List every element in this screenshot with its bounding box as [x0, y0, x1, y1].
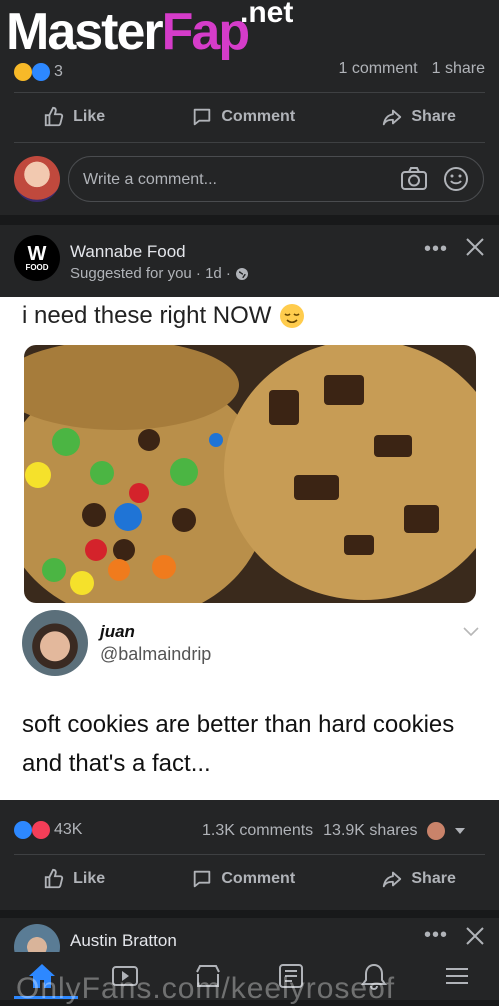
- watermark-footer: OnlyFans.com/keelyroseof: [16, 972, 396, 1005]
- comment-label: Comment: [221, 108, 296, 125]
- share-audience-avatar[interactable]: [427, 822, 446, 840]
- post-reaction-summary[interactable]: 43K: [14, 821, 82, 839]
- comment-icon: [194, 870, 211, 888]
- share-button[interactable]: Share: [381, 106, 456, 128]
- share-button[interactable]: Share: [381, 868, 456, 890]
- page-name[interactable]: Wannabe Food: [70, 242, 186, 262]
- shares-count[interactable]: 1 share: [432, 60, 485, 84]
- post-subtitle: Suggested for you · 1d ·: [70, 265, 231, 282]
- close-icon[interactable]: [465, 926, 485, 946]
- share-icon: [383, 109, 402, 126]
- post-caption-row: i need these right NOW: [22, 302, 305, 330]
- tweet-author-handle[interactable]: @balmaindrip: [100, 644, 211, 665]
- divider: [14, 142, 485, 143]
- caret-down-icon: [455, 828, 466, 834]
- reaction-summary[interactable]: 3: [14, 60, 63, 84]
- comment-icon: [194, 108, 211, 126]
- love-reaction-icon: [32, 821, 50, 839]
- watermark-logo-suffix: .net: [240, 0, 294, 29]
- next-post-author[interactable]: Austin Bratton: [70, 931, 177, 951]
- close-icon[interactable]: [465, 237, 485, 257]
- post-caption: i need these right NOW: [22, 302, 272, 329]
- camera-icon[interactable]: [400, 166, 428, 192]
- more-options-icon[interactable]: •••: [424, 238, 448, 261]
- comments-count[interactable]: 1 comment: [338, 60, 417, 84]
- comment-button[interactable]: Comment: [191, 868, 295, 890]
- like-label: Like: [73, 108, 106, 125]
- comment-button[interactable]: Comment: [191, 106, 295, 128]
- reaction-count: 3: [54, 63, 63, 80]
- thumbs-up-icon: [44, 106, 64, 127]
- emoji-icon[interactable]: [443, 166, 469, 192]
- watermark-logo: MasterFap: [6, 3, 250, 61]
- current-user-avatar[interactable]: [14, 156, 60, 202]
- tweet-text: soft cookies are better than hard cookie…: [22, 711, 455, 777]
- like-button[interactable]: Like: [43, 106, 105, 128]
- more-options-icon[interactable]: •••: [424, 924, 448, 947]
- wannabe-logo-icon: W: [27, 242, 47, 265]
- comment-input[interactable]: Write a comment...: [68, 156, 484, 202]
- thumbs-up-icon: [44, 868, 64, 889]
- share-label: Share: [411, 870, 456, 887]
- globe-icon: [235, 267, 248, 280]
- comments-count[interactable]: 1.3K comments: [202, 822, 313, 840]
- like-label: Like: [73, 870, 106, 887]
- post-actions: Like Comment Share: [0, 856, 499, 902]
- chevron-down-icon[interactable]: [463, 627, 479, 637]
- cookies-image[interactable]: [24, 345, 476, 603]
- menu-icon[interactable]: [442, 962, 472, 990]
- share-label: Share: [411, 108, 456, 125]
- like-button[interactable]: Like: [43, 868, 105, 890]
- tweet-author-name[interactable]: juan: [100, 622, 135, 642]
- comment-placeholder: Write a comment...: [83, 171, 217, 188]
- divider: [14, 854, 485, 855]
- divider: [14, 92, 485, 93]
- like-reaction-icon: [14, 821, 32, 839]
- tweet-author-avatar[interactable]: [22, 610, 88, 676]
- relieved-face-icon: [280, 304, 305, 328]
- page-avatar[interactable]: W FOOD: [14, 235, 60, 281]
- previous-post-actions: Like Comment Share: [0, 94, 499, 140]
- reaction-count: 43K: [54, 821, 83, 838]
- comment-label: Comment: [221, 870, 296, 887]
- like-reaction-icon: [32, 63, 50, 81]
- page-logo-text: FOOD: [25, 262, 49, 272]
- shares-count[interactable]: 13.9K shares: [323, 822, 417, 840]
- share-icon: [383, 871, 402, 888]
- haha-reaction-icon: [14, 63, 32, 81]
